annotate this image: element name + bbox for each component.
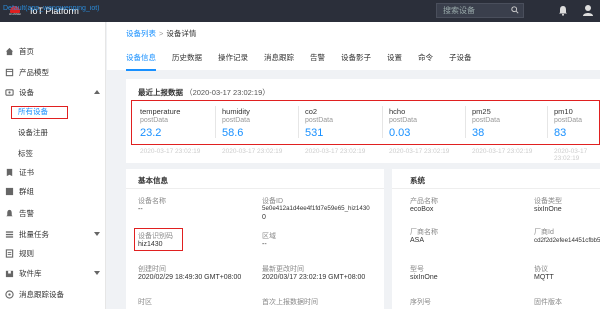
sidebar-item-all-devices[interactable]: 所有设备: [11, 106, 68, 119]
group-icon: [5, 187, 14, 195]
package-icon: [5, 270, 14, 277]
metric-pm10: pm10 postData 83: [547, 102, 599, 142]
created-label: 创建时间: [138, 266, 166, 273]
protocol-label: 协议: [534, 266, 548, 273]
ghost-timestamp: 2020-03-17 23:02:19: [389, 148, 450, 155]
tracking-icon: [5, 289, 14, 299]
sidebar-item-batch-tasks[interactable]: 批量任务: [0, 227, 106, 241]
sidebar-item-certificates[interactable]: 证书: [0, 165, 106, 179]
serial-label: 设备识别码: [138, 233, 173, 240]
region-label: 区域: [262, 233, 276, 240]
metric-co2: co2 postData 531: [298, 102, 378, 142]
first-report-label: 首次上报数据时间: [262, 299, 318, 306]
recent-data-title: 最近上报数据 （2020-03-17 23:02:19）: [138, 88, 270, 97]
tab-alarms[interactable]: 告警: [310, 52, 325, 71]
search-icon[interactable]: [511, 6, 519, 14]
breadcrumb-separator: >: [159, 29, 164, 38]
sidebar-item-tags[interactable]: 标签: [18, 148, 33, 159]
sidebar-item-home[interactable]: 首页: [0, 44, 106, 58]
model-value: sixInOne: [410, 274, 438, 281]
search-input[interactable]: 搜索设备: [436, 3, 524, 18]
ghost-timestamp: 2020-03-17 23:02:19: [140, 148, 201, 155]
region-value: --: [262, 241, 267, 248]
updated-label: 最新更改时间: [262, 266, 304, 273]
product-name-value: ecoBox: [410, 206, 434, 213]
divider: [392, 188, 600, 189]
metric-value: 38: [472, 127, 485, 139]
device-id-value-tail: 0: [262, 214, 266, 221]
product-name-label: 产品名称: [410, 198, 438, 205]
chevron-down-icon: [94, 271, 100, 275]
ghost-timestamp: 2020-03-17 23:02:19: [305, 148, 366, 155]
sidebar-item-alarms[interactable]: 告警: [0, 206, 106, 220]
account-selector[interactable]: Default(app_wangwenping_iot): [3, 5, 103, 12]
device-type-label: 设备类型: [534, 198, 562, 205]
tab-operation-log[interactable]: 操作记录: [218, 52, 248, 71]
home-icon: [5, 47, 14, 55]
updated-value: 2020/03/17 23:02:19 GMT+08:00: [262, 274, 366, 281]
breadcrumb: 设备列表 > 设备详情: [126, 28, 196, 39]
sidebar-item-groups[interactable]: 群组: [0, 184, 106, 198]
device-icon: [5, 88, 14, 96]
vendor-id-value: cd2f2d2efee14451cfbb5: [534, 237, 600, 244]
tab-bar: 设备信息 历史数据 操作记录 消息跟踪 告警 设备影子 设置 命令 子设备: [126, 52, 488, 71]
alarm-icon: [6, 209, 13, 216]
list-icon: [5, 230, 14, 238]
sidebar-item-message-tracking[interactable]: 消息跟踪设备: [0, 287, 106, 301]
timezone-label: 时区: [138, 299, 152, 306]
chevron-up-icon: [94, 90, 100, 94]
metric-temperature: temperature postData 23.2: [140, 107, 181, 139]
recent-data-timestamp: （2020-03-17 23:02:19）: [185, 88, 270, 97]
certificate-icon: [6, 168, 13, 176]
serial-value: hiz1430: [138, 241, 163, 248]
metric-hcho: hcho postData 0.03: [382, 102, 462, 142]
metric-value: 23.2: [140, 127, 162, 139]
chevron-down-icon: [94, 232, 100, 236]
firmware-label: 固件版本: [534, 299, 562, 306]
search-placeholder: 搜索设备: [443, 6, 475, 15]
sidebar-item-software-library[interactable]: 软件库: [0, 266, 106, 280]
device-name-value: --: [138, 206, 143, 213]
user-icon[interactable]: [582, 4, 594, 17]
tab-message-tracking[interactable]: 消息跟踪: [264, 52, 294, 71]
device-id-value: 5e0e412a1d4ee4f1fd7e59e65_hiz1430: [262, 205, 370, 212]
serial-no-label: 序列号: [410, 299, 431, 306]
vendor-id-label: 厂商Id: [534, 229, 554, 236]
ghost-timestamp: 2020-03-17 23:02:19: [222, 148, 283, 155]
tab-commands[interactable]: 命令: [418, 52, 433, 71]
sidebar-item-product-model[interactable]: 产品模型: [0, 65, 106, 79]
metric-value: 0.03: [389, 127, 411, 139]
metric-humidity: humidity postData 58.6: [215, 102, 295, 142]
metric-value: 83: [554, 127, 567, 139]
ghost-timestamp: 2020-03-17 23:02:19: [554, 148, 588, 162]
model-label: 型号: [410, 266, 424, 273]
basic-info-title: 基本信息: [138, 176, 168, 185]
sidebar-item-device-registration[interactable]: 设备注册: [18, 127, 48, 138]
metric-pm25: pm25 postData 38: [465, 102, 545, 142]
tab-settings[interactable]: 设置: [387, 52, 402, 71]
metric-value: 58.6: [222, 127, 244, 139]
protocol-value: MQTT: [534, 274, 554, 281]
system-title: 系统: [410, 176, 425, 185]
tab-device-info[interactable]: 设备信息: [126, 52, 156, 71]
tab-device-shadow[interactable]: 设备影子: [341, 52, 371, 71]
rules-icon: [5, 248, 14, 258]
sidebar-item-devices[interactable]: 设备: [0, 85, 106, 99]
tab-history-data[interactable]: 历史数据: [172, 52, 202, 71]
divider: [126, 188, 384, 189]
created-value: 2020/02/29 18:49:30 GMT+08:00: [138, 274, 242, 281]
bell-icon[interactable]: [558, 5, 568, 16]
vendor-name-label: 厂商名称: [410, 229, 438, 236]
cube-icon: [5, 68, 14, 76]
sidebar-item-rules[interactable]: 规则: [0, 246, 106, 260]
device-name-label: 设备名称: [138, 198, 166, 205]
tab-sub-devices[interactable]: 子设备: [449, 52, 472, 71]
device-type-value: sixInOne: [534, 206, 562, 213]
metric-value: 531: [305, 127, 324, 139]
breadcrumb-device-list[interactable]: 设备列表: [126, 29, 156, 38]
vendor-name-value: ASA: [410, 237, 425, 244]
ghost-timestamp: 2020-03-17 23:02:19: [472, 148, 533, 155]
breadcrumb-current: 设备详情: [166, 29, 197, 38]
